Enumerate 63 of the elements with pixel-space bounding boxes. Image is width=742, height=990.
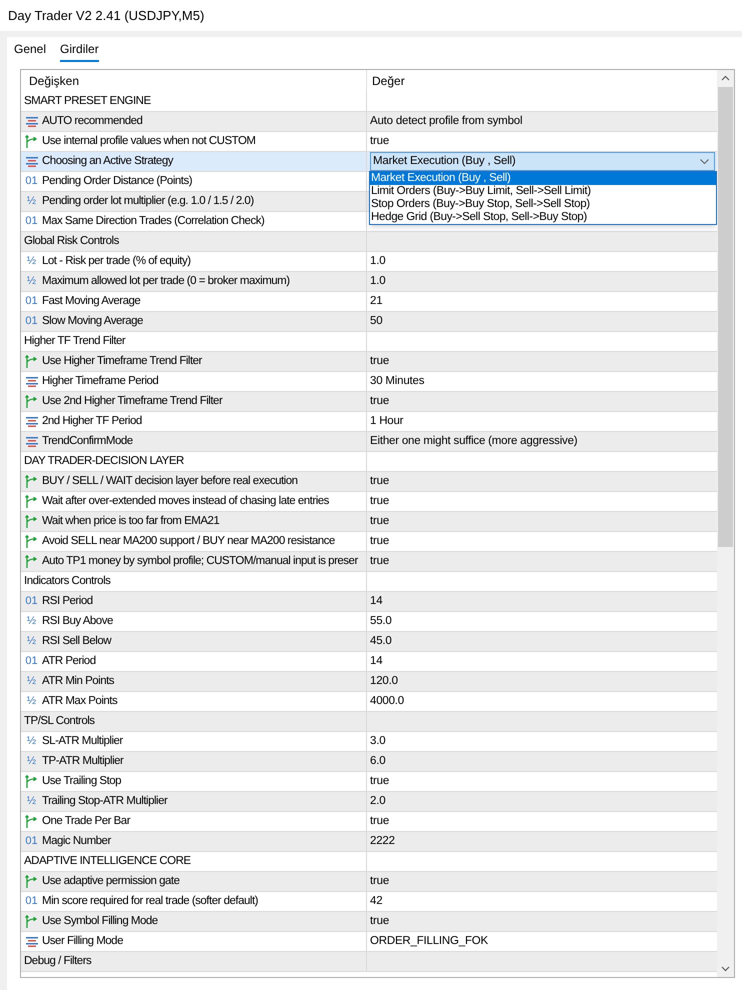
parameter-name: BUY / SELL / WAIT decision layer before real execution xyxy=(42,474,298,489)
parameter-name: Fast Moving Average xyxy=(42,294,140,309)
type-icon: ½ xyxy=(26,696,36,707)
parameter-name: 2nd Higher TF Period xyxy=(42,414,142,429)
parameter-name: One Trade Per Bar xyxy=(42,814,130,829)
parameter-name: ATR Min Points xyxy=(42,674,114,689)
parameter-name: Max Same Direction Trades (Correlation Check) xyxy=(42,214,264,229)
parameter-name: Pending order lot multiplier (e.g. 1.0 / 1.5 / 2.0) xyxy=(42,194,254,209)
parameter-name: ATR Max Points xyxy=(42,694,118,709)
type-icon: 01 xyxy=(25,836,38,847)
section-heading: ADAPTIVE INTELLIGENCE CORE xyxy=(24,854,191,869)
type-icon: ½ xyxy=(26,196,36,207)
parameter-name: RSI Period xyxy=(42,594,93,609)
section-heading: Global Risk Controls xyxy=(24,234,119,249)
parameter-name: AUTO recommended xyxy=(42,114,142,129)
type-icon: 01 xyxy=(25,596,38,607)
section-heading: Higher TF Trend Filter xyxy=(24,334,126,349)
parameter-name: Auto TP1 money by symbol profile; CUSTOM/manual input is preser xyxy=(42,554,358,569)
parameter-name: Pending Order Distance (Points) xyxy=(42,174,192,189)
parameter-name: Higher Timeframe Period xyxy=(42,374,158,389)
parameter-name: RSI Buy Above xyxy=(42,614,113,629)
parameter-name: TP-ATR Multiplier xyxy=(42,754,124,769)
parameter-name: Use Higher Timeframe Trend Filter xyxy=(42,354,202,369)
type-icon: 01 xyxy=(25,216,38,227)
parameter-name: Use internal profile values when not CUSTOM xyxy=(42,134,256,149)
section-heading: DAY TRADER-DECISION LAYER xyxy=(24,454,184,469)
type-icon: ½ xyxy=(26,796,36,807)
parameter-name: Wait when price is too far from EMA21 xyxy=(42,514,220,529)
parameter-name: Use adaptive permission gate xyxy=(42,874,180,889)
type-icon: ½ xyxy=(26,736,36,747)
parameter-name: Lot - Risk per trade (% of equity) xyxy=(42,254,191,269)
section-heading: SMART PRESET ENGINE xyxy=(24,94,151,109)
parameter-name: Use 2nd Higher Timeframe Trend Filter xyxy=(42,394,222,409)
section-heading: TP/SL Controls xyxy=(24,714,95,729)
window-title: Day Trader V2 2.41 (USDJPY,M5) xyxy=(8,6,204,25)
parameter-name: Slow Moving Average xyxy=(42,314,143,329)
type-icon: ½ xyxy=(26,256,36,267)
type-icon: 01 xyxy=(25,896,38,907)
parameter-name: Use Trailing Stop xyxy=(42,774,122,789)
parameter-name: TrendConfirmMode xyxy=(42,434,133,449)
type-icon: ½ xyxy=(26,636,36,647)
type-icon: 01 xyxy=(25,656,38,667)
parameter-name: Magic Number xyxy=(42,834,111,849)
parameter-name: RSI Sell Below xyxy=(42,634,112,649)
section-heading: Debug / Filters xyxy=(24,954,92,969)
type-icon: ½ xyxy=(26,616,36,627)
type-icon: 01 xyxy=(25,296,38,307)
parameter-name: Trailing Stop-ATR Multiplier xyxy=(42,794,168,809)
type-icon: ½ xyxy=(26,756,36,767)
parameter-name: Use Symbol Filling Mode xyxy=(42,914,158,929)
type-icon: ½ xyxy=(26,676,36,687)
parameter-name: User Filling Mode xyxy=(42,934,123,949)
section-heading: Indicators Controls xyxy=(24,574,110,589)
parameter-name: Min score required for real trade (softer default) xyxy=(42,894,258,909)
parameter-name: Maximum allowed lot per trade (0 = broker maximum) xyxy=(42,274,290,289)
parameter-name: Wait after over-extended moves instead of chasing late entries xyxy=(42,494,329,509)
parameter-name: Avoid SELL near MA200 support / BUY near MA200 resistance xyxy=(42,534,335,549)
type-icon: ½ xyxy=(26,276,36,287)
parameter-name: Choosing an Active Strategy xyxy=(42,154,173,169)
type-icon: 01 xyxy=(25,316,38,327)
parameter-name: SL-ATR Multiplier xyxy=(42,734,123,749)
parameter-name: ATR Period xyxy=(42,654,96,669)
type-icon: 01 xyxy=(25,176,38,187)
